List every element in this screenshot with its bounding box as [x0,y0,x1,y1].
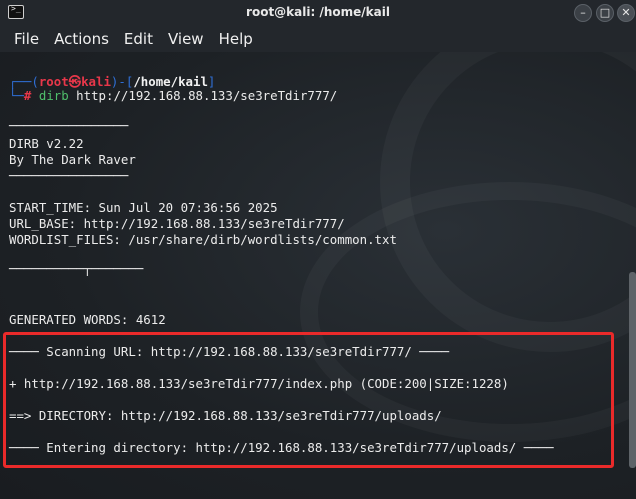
menu-edit[interactable]: Edit [124,30,153,48]
close-icon: ✕ [621,6,631,19]
separator-rule: ──────────┬─────── [9,261,144,276]
wordlist-files: WORDLIST_FILES: /usr/share/dirb/wordlist… [9,232,397,247]
window-title: root@kali: /home/kail [246,5,390,19]
highlight-annotation [3,332,614,468]
dirb-version: DIRB v2.22 [9,136,84,151]
command-line: └─# dirb http://192.168.88.133/se3reTdir… [9,88,338,103]
menu-actions[interactable]: Actions [54,30,109,48]
menu-view[interactable]: View [168,30,204,48]
command-argument: http://192.168.88.133/se3reTdir777/ [76,88,338,103]
prompt-path: /home/kail [133,74,208,89]
separator-rule: ──────────────── [9,118,129,133]
prompt-user-host: root㉿kali [38,74,111,89]
menu-file[interactable]: File [14,30,39,48]
start-time: START_TIME: Sun Jul 20 07:36:56 2025 [9,200,278,215]
separator-rule: ──────────────── [9,168,129,183]
menu-help[interactable]: Help [219,30,253,48]
maximize-icon: □ [599,6,611,19]
generated-words: GENERATED WORDS: 4612 [9,312,166,327]
minimize-button[interactable]: – [574,4,592,22]
menu-bar: File Actions Edit View Help [0,26,636,52]
close-button[interactable]: ✕ [617,4,635,22]
maximize-button[interactable]: □ [596,4,614,22]
dirb-author: By The Dark Raver [9,152,136,167]
minimize-icon: – [580,6,586,19]
scrollbar[interactable] [629,272,636,468]
url-base: URL_BASE: http://192.168.88.133/se3reTdi… [9,216,345,231]
title-bar: >_ root@kali: /home/kail – □ ✕ [0,0,636,26]
terminal-output[interactable]: ┌──(root㉿kali)-[/home/kail] └─# dirb htt… [0,52,636,499]
command-name: dirb [38,88,69,103]
